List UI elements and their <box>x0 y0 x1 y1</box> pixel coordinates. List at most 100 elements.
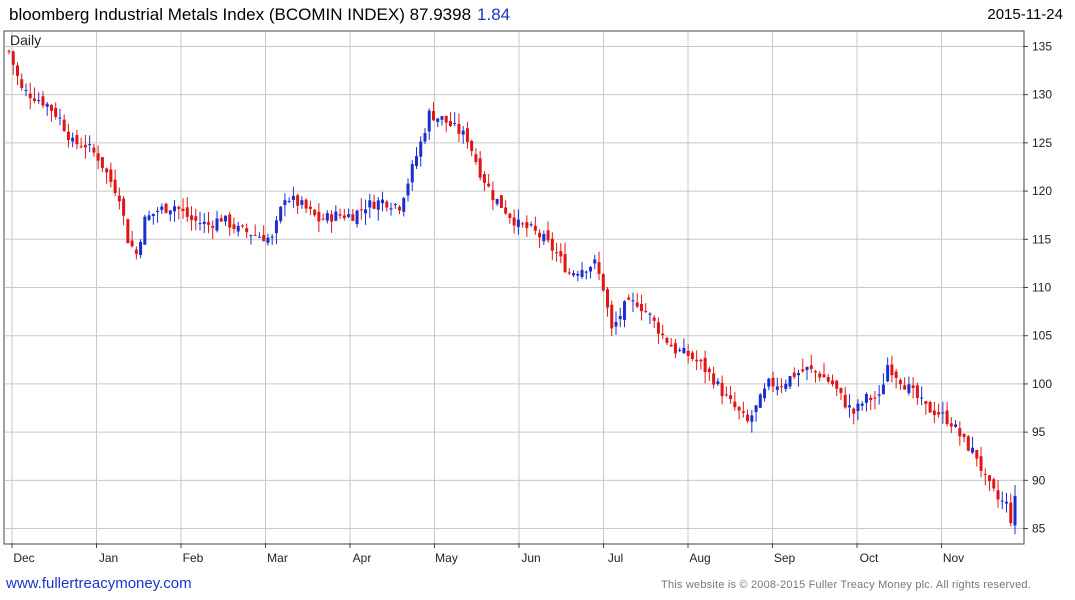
candle-body <box>521 223 525 225</box>
candle-body <box>542 234 546 242</box>
candle-body <box>610 304 614 329</box>
x-tick-label: Mar <box>267 551 288 565</box>
candle-body <box>88 144 92 146</box>
candle-body <box>873 397 877 399</box>
candle-body <box>211 225 215 228</box>
candle-body <box>648 313 652 315</box>
candle-body <box>347 214 351 217</box>
candle-body <box>474 154 478 162</box>
candle-body <box>28 93 32 99</box>
candle-body <box>903 385 907 390</box>
footer-copyright: This website is © 2008-2015 Fuller Treac… <box>661 579 1031 591</box>
candle-body <box>156 210 160 212</box>
candle-body <box>313 209 317 216</box>
y-tick-label: 115 <box>1032 232 1051 246</box>
candle-body <box>164 203 168 213</box>
candle-body <box>134 249 138 254</box>
candle-body <box>898 380 902 385</box>
candle-body <box>436 118 440 122</box>
candle-body <box>245 228 249 233</box>
candle-body <box>512 217 516 226</box>
candle-body <box>843 394 847 408</box>
candle-body <box>20 79 24 89</box>
candle-body <box>958 428 962 437</box>
candle-body <box>733 401 737 408</box>
candle-body <box>478 158 482 178</box>
candle-body <box>364 209 368 214</box>
candle-body <box>257 236 261 238</box>
x-tick-label: Apr <box>353 551 372 565</box>
candle-body <box>54 107 58 117</box>
candle-body <box>712 373 716 385</box>
candle-body <box>805 367 809 370</box>
candle-body <box>686 350 690 356</box>
candle-body <box>105 168 109 173</box>
candle-body <box>690 352 694 360</box>
candle-body <box>160 206 164 210</box>
candle-body <box>185 207 189 217</box>
candle-body <box>555 252 559 254</box>
candle-body <box>890 364 894 376</box>
footer-site-link[interactable]: www.fullertreacymoney.com <box>6 575 192 592</box>
candle-body <box>444 115 448 123</box>
candles <box>7 49 1017 535</box>
candle-body <box>567 272 571 274</box>
candle-body <box>223 215 227 222</box>
candle-body <box>266 237 270 243</box>
candle-body <box>835 380 839 389</box>
candle-body <box>966 436 970 451</box>
candle-body <box>546 230 550 241</box>
candle-body <box>215 218 219 231</box>
candle-body <box>262 235 266 242</box>
candle-body <box>122 198 126 216</box>
candle-body <box>49 104 53 111</box>
candle-body <box>113 179 117 194</box>
timeframe-label: Daily <box>10 32 41 48</box>
candle-body <box>847 405 851 408</box>
candle-body <box>177 206 181 209</box>
candle-body <box>801 369 805 372</box>
candle-body <box>393 204 397 206</box>
candle-body <box>822 374 826 378</box>
candle-body <box>758 394 762 408</box>
candle-body <box>652 317 656 321</box>
candle-body <box>729 395 733 400</box>
candle-body <box>945 410 949 424</box>
x-tick-label: Aug <box>689 551 710 565</box>
x-tick-label: Jan <box>99 551 118 565</box>
y-tick-label: 105 <box>1032 329 1052 343</box>
candle-body <box>168 210 172 215</box>
x-tick-label: Sep <box>774 551 796 565</box>
candle-body <box>707 368 711 373</box>
candle-body <box>911 385 915 389</box>
y-tick-label: 90 <box>1032 473 1046 487</box>
candle-body <box>856 403 860 412</box>
candle-body <box>71 137 75 142</box>
candle-body <box>499 195 503 208</box>
candle-body <box>763 388 767 399</box>
candle-body <box>584 271 588 273</box>
candle-body <box>461 130 465 135</box>
candle-body <box>971 447 975 453</box>
candle-body <box>143 216 147 245</box>
candle-body <box>661 333 665 336</box>
candle-body <box>775 386 779 390</box>
candle-body <box>83 144 87 148</box>
candle-body <box>614 321 618 327</box>
candle-body <box>563 254 567 272</box>
candle-body <box>941 412 945 414</box>
candle-body <box>996 490 1000 500</box>
candle-body <box>181 208 185 211</box>
candle-body <box>291 195 295 200</box>
candle-body <box>92 147 96 153</box>
candle-body <box>682 347 686 354</box>
x-tick-label: May <box>435 551 458 565</box>
candle-body <box>240 225 244 227</box>
candle-body <box>920 397 924 399</box>
candle-body <box>274 220 278 234</box>
candle-body <box>130 240 134 247</box>
candle-body <box>580 270 584 277</box>
candle-body <box>317 211 321 222</box>
candle-body <box>1009 502 1013 524</box>
candle-body <box>1005 501 1009 504</box>
